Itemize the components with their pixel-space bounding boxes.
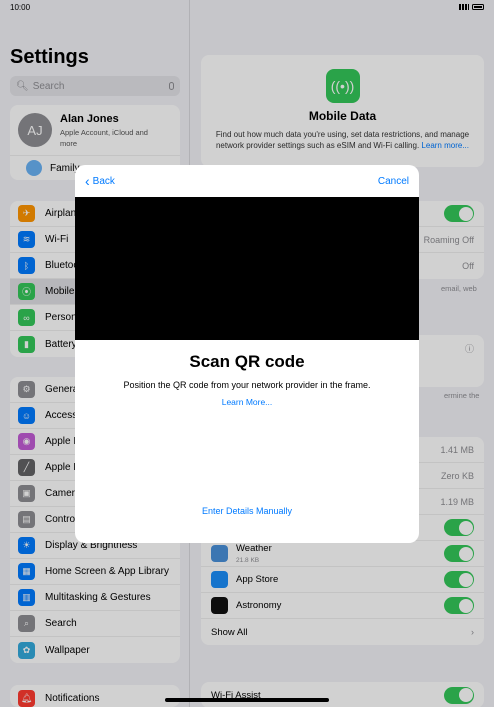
scan-qr-modal: ‹ Back Cancel Scan QR code Position the … (75, 165, 419, 543)
home-indicator[interactable] (165, 698, 329, 702)
cancel-button[interactable]: Cancel (378, 176, 409, 187)
back-label: Back (92, 175, 115, 187)
camera-viewfinder (75, 197, 419, 340)
modal-description: Position the QR code from your network p… (123, 380, 371, 390)
chevron-left-icon: ‹ (85, 173, 90, 189)
back-button[interactable]: ‹ Back (85, 173, 115, 189)
modal-title: Scan QR code (189, 352, 305, 371)
learn-more-link[interactable]: Learn More... (75, 397, 419, 407)
enter-details-manually-button[interactable]: Enter Details Manually (75, 506, 419, 516)
modal-nav-bar: ‹ Back Cancel (75, 165, 419, 197)
